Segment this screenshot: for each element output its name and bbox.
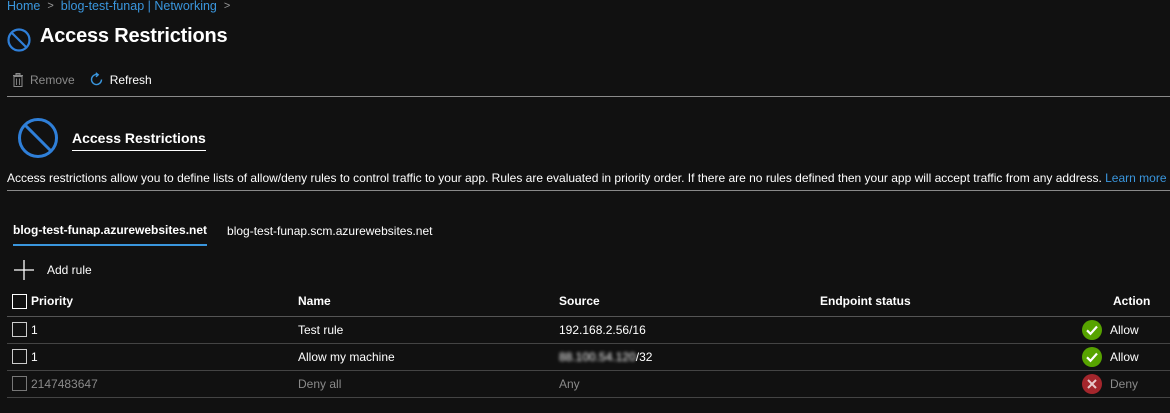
ip-suffix: /32 (635, 349, 653, 364)
row-action-label: Allow (1110, 322, 1139, 337)
header-name[interactable]: Name (298, 287, 559, 317)
add-rule-label: Add rule (47, 263, 92, 277)
row-priority: 1 (31, 343, 298, 371)
row-name: Deny all (298, 370, 559, 398)
row-checkbox[interactable] (12, 322, 27, 337)
breadcrumb: Home > blog-test-funap | Networking > (7, 0, 230, 13)
add-rule-button[interactable]: Add rule (13, 259, 92, 281)
row-action: Allow (1082, 346, 1170, 367)
row-action-label: Allow (1110, 349, 1139, 364)
rules-table: Priority Name Source Endpoint status Act… (7, 287, 1170, 398)
row-endpoint-status (820, 370, 1082, 398)
description-divider (7, 190, 1170, 191)
site-tabs: blog-test-funap.azurewebsites.net blog-t… (13, 223, 432, 246)
table-header-row: Priority Name Source Endpoint status Act… (7, 287, 1170, 317)
row-source: 88.100.54.120/32 (559, 343, 820, 371)
check-circle-icon (1082, 319, 1102, 340)
refresh-label: Refresh (109, 72, 152, 87)
check-circle-icon (1082, 346, 1102, 367)
block-icon (7, 28, 31, 52)
header-action-label: Action (1113, 294, 1151, 309)
tab-main-site[interactable]: blog-test-funap.azurewebsites.net (13, 223, 208, 246)
section-description: Access restrictions allow you to define … (7, 171, 1167, 185)
row-source: 192.168.2.56/16 (559, 316, 820, 344)
header-endpoint-status[interactable]: Endpoint status (820, 287, 1082, 317)
header-action[interactable]: Action (1082, 287, 1170, 317)
page-header: Access Restrictions (6, 19, 228, 53)
select-all-checkbox[interactable] (12, 293, 27, 309)
table-row[interactable]: 1 Test rule 192.168.2.56/16 Allow (7, 316, 1170, 344)
row-name: Test rule (298, 316, 559, 344)
breadcrumb-home-link[interactable]: Home (7, 0, 40, 13)
table-row[interactable]: 1 Allow my machine 88.100.54.120/32 Allo… (7, 343, 1170, 371)
breadcrumb-networking-link[interactable]: blog-test-funap | Networking (61, 0, 217, 13)
remove-button[interactable]: Remove (12, 72, 75, 87)
learn-more-link[interactable]: Learn more (1105, 171, 1166, 185)
row-action: Allow (1082, 319, 1170, 340)
header-priority[interactable]: Priority (31, 287, 298, 317)
block-icon (18, 118, 58, 158)
row-priority: 2147483647 (31, 370, 298, 398)
select-all-cell (7, 287, 31, 317)
x-circle-icon (1082, 373, 1102, 394)
toolbar: Remove Refresh (12, 72, 152, 87)
refresh-icon (90, 72, 102, 86)
remove-label: Remove (30, 72, 75, 87)
row-name: Allow my machine (298, 343, 559, 371)
toolbar-divider (7, 96, 1170, 97)
refresh-button[interactable]: Refresh (89, 72, 152, 87)
breadcrumb-chevron-icon: > (47, 0, 54, 12)
tab-scm-site[interactable]: blog-test-funap.scm.azurewebsites.net (227, 223, 432, 246)
trash-icon (13, 72, 23, 87)
description-text: Access restrictions allow you to define … (7, 171, 1102, 185)
section-title: Access Restrictions (72, 130, 206, 151)
row-priority: 1 (31, 316, 298, 344)
row-action: Deny (1082, 373, 1170, 394)
row-checkbox (12, 376, 27, 391)
row-endpoint-status (820, 343, 1082, 371)
breadcrumb-chevron-icon: > (223, 0, 231, 12)
page-title: Access Restrictions (40, 24, 228, 47)
masked-ip-address: 88.100.54.120 (559, 349, 636, 364)
table-row[interactable]: 2147483647 Deny all Any Deny (7, 370, 1170, 398)
header-source[interactable]: Source (559, 287, 820, 317)
row-checkbox[interactable] (12, 349, 27, 364)
plus-icon (14, 260, 34, 280)
row-source: Any (559, 370, 820, 398)
row-action-label: Deny (1110, 376, 1139, 391)
row-endpoint-status (820, 316, 1082, 344)
section-header: Access Restrictions (16, 116, 206, 160)
